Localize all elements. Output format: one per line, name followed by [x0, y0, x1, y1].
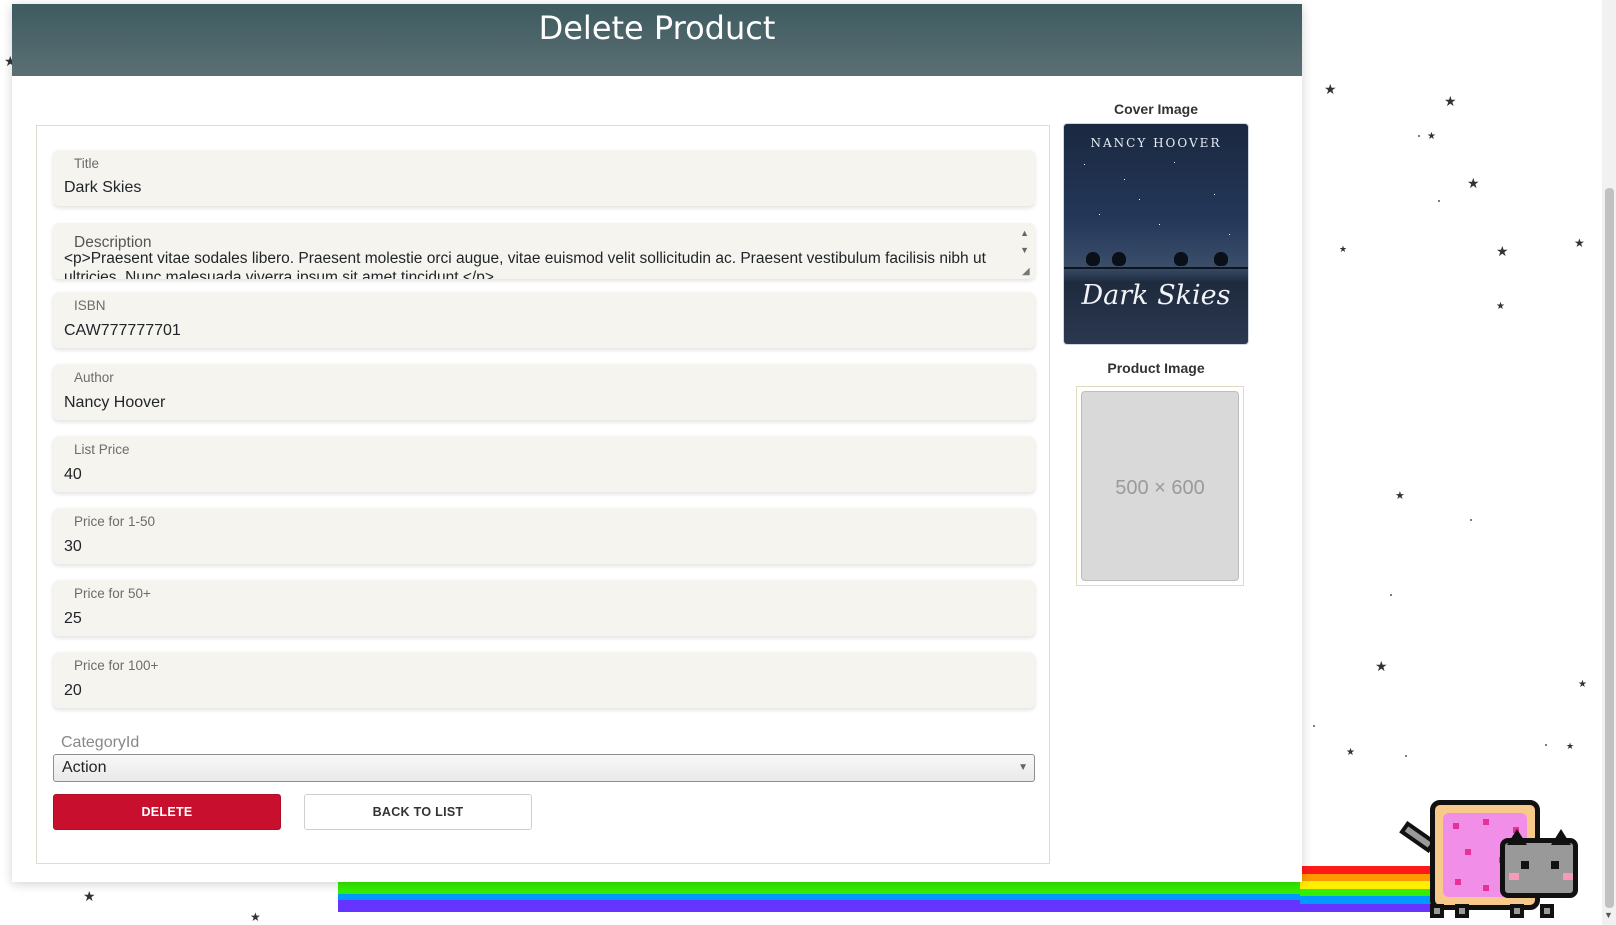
category-label: CategoryId — [61, 734, 140, 751]
cat-head — [1500, 829, 1578, 898]
star-icon: ★ — [1444, 94, 1457, 110]
cover-image: NANCY HOOVER Dark Skies — [1064, 124, 1248, 344]
isbn-value: CAW777777701 — [64, 322, 181, 339]
cover-star — [1214, 194, 1215, 195]
star-icon: ★ — [1566, 742, 1575, 752]
star-dot — [1438, 200, 1440, 202]
cat-cheek — [1509, 873, 1519, 880]
sprinkle — [1483, 819, 1489, 825]
cover-star — [1124, 179, 1125, 180]
title-label: Title — [74, 156, 100, 171]
star-dot — [1390, 594, 1392, 596]
isbn-field[interactable]: ISBN CAW777777701 — [53, 292, 1035, 348]
cat-leg — [1455, 904, 1469, 918]
description-value: <p>Praesent vitae sodales libero. Praese… — [64, 250, 986, 279]
scroll-down-arrow-icon[interactable]: ▼ — [1604, 910, 1613, 920]
star-icon: ★ — [1427, 131, 1436, 142]
cover-star — [1159, 224, 1160, 225]
star-icon: ★ — [1375, 659, 1388, 675]
cover-horizon — [1064, 267, 1248, 269]
price-1-50-label: Price for 1-50 — [74, 514, 156, 529]
chevron-down-icon: ▼ — [1018, 762, 1028, 773]
list-price-label: List Price — [74, 442, 130, 457]
cover-book-title: Dark Skies — [1081, 280, 1231, 311]
star-dot — [1545, 744, 1547, 746]
nyan-cat-icon — [1399, 800, 1585, 918]
sprinkle — [1465, 849, 1471, 855]
star-icon: ★ — [1339, 245, 1348, 255]
star-icon: ★ — [1395, 489, 1405, 502]
cat-eye — [1521, 861, 1529, 869]
cover-author: NANCY HOOVER — [1090, 136, 1222, 150]
description-field[interactable]: Description <p>Praesent vitae sodales li… — [53, 223, 1035, 279]
product-image-placeholder: 500 × 600 — [1081, 391, 1239, 581]
star-icon: ★ — [1578, 679, 1587, 690]
star-icon: ★ — [1496, 301, 1505, 312]
placeholder-size-text: 500 × 600 — [1115, 477, 1205, 499]
price-100-field[interactable]: Price for 100+ 20 — [53, 652, 1035, 708]
page-title: Delete Product — [538, 9, 776, 47]
cat-leg — [1430, 904, 1444, 918]
product-image-title: Product Image — [1107, 360, 1205, 376]
cover-star — [1099, 214, 1100, 215]
price-100-label: Price for 100+ — [74, 658, 159, 673]
category-select[interactable]: Action ▼ — [53, 754, 1035, 782]
delete-product-card: Delete Product Title Dark Skies Descript… — [12, 4, 1302, 882]
star-dot — [1418, 135, 1420, 137]
price-50-value: 25 — [64, 610, 82, 627]
cat-leg — [1510, 904, 1524, 918]
scrollbar-thumb[interactable] — [1605, 188, 1614, 908]
star-dot — [1405, 755, 1407, 757]
tree-icon — [1086, 252, 1100, 266]
cover-image-title: Cover Image — [1113, 101, 1199, 117]
cover-star — [1229, 234, 1230, 235]
cat-leg — [1540, 904, 1554, 918]
price-1-50-field[interactable]: Price for 1-50 30 — [53, 508, 1035, 564]
cover-star — [1174, 162, 1175, 163]
card-header: Delete Product — [12, 4, 1302, 76]
star-dot — [1313, 725, 1315, 727]
title-value: Dark Skies — [64, 179, 142, 196]
product-image-frame: 500 × 600 — [1076, 386, 1244, 586]
sprinkle — [1453, 823, 1459, 829]
author-value: Nancy Hoover — [64, 394, 166, 411]
star-icon: ★ — [1346, 747, 1355, 758]
author-field[interactable]: Author Nancy Hoover — [53, 364, 1035, 420]
cover-star — [1139, 199, 1140, 200]
price-1-50-value: 30 — [64, 538, 82, 555]
isbn-label: ISBN — [74, 298, 106, 313]
list-price-value: 40 — [64, 466, 82, 483]
title-field[interactable]: Title Dark Skies — [53, 150, 1035, 206]
price-50-label: Price for 50+ — [74, 586, 151, 601]
star-dot — [1470, 519, 1472, 521]
star-icon: ★ — [1574, 236, 1585, 250]
author-label: Author — [74, 370, 114, 385]
star-icon: ★ — [83, 889, 96, 905]
delete-button[interactable]: DELETE — [53, 794, 281, 830]
scroll-down-icon[interactable]: ▼ — [1020, 245, 1029, 255]
list-price-field[interactable]: List Price 40 — [53, 436, 1035, 492]
sprinkle — [1483, 885, 1489, 891]
category-selected-value: Action — [62, 759, 107, 776]
product-form: Title Dark Skies Description <p>Praesent… — [36, 125, 1050, 864]
cover-star — [1084, 164, 1085, 165]
price-100-value: 20 — [64, 682, 82, 699]
scroll-up-icon[interactable]: ▲ — [1020, 228, 1029, 238]
cat-ear — [1507, 829, 1527, 845]
resize-handle-icon[interactable]: ◢ — [1022, 267, 1032, 277]
price-50-field[interactable]: Price for 50+ 25 — [53, 580, 1035, 636]
star-icon: ★ — [1324, 82, 1337, 98]
tree-icon — [1174, 252, 1188, 266]
cat-eye — [1551, 861, 1559, 869]
tree-icon — [1214, 252, 1228, 266]
rainbow-stripe — [338, 906, 1433, 912]
back-to-list-button[interactable]: BACK TO LIST — [304, 794, 532, 830]
tree-icon — [1112, 252, 1126, 266]
sprinkle — [1455, 879, 1461, 885]
cat-cheek — [1563, 873, 1573, 880]
star-icon: ★ — [1467, 176, 1480, 192]
cat-ear — [1551, 829, 1571, 845]
star-icon: ★ — [250, 910, 261, 924]
star-icon: ★ — [1496, 244, 1509, 260]
